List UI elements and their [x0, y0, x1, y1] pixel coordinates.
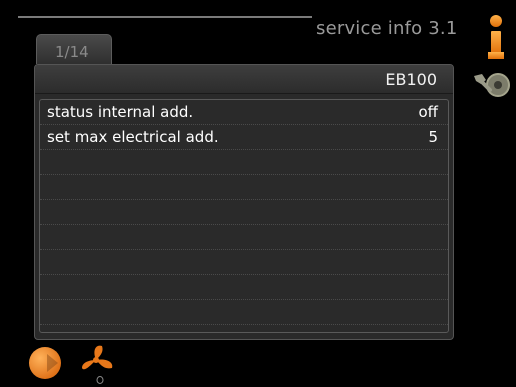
fan-icon[interactable] — [80, 344, 116, 384]
screen-title: service info 3.1 — [316, 18, 458, 39]
row-label: set max electrical add. — [47, 128, 219, 146]
list-item — [40, 300, 448, 325]
info-list: status internal add. off set max electri… — [39, 99, 449, 333]
list-item — [40, 200, 448, 225]
info-icon[interactable] — [488, 14, 504, 60]
list-item — [40, 325, 448, 339]
service-info-panel: EB100 status internal add. off set max e… — [34, 64, 454, 340]
page-indicator-label: 1/14 — [55, 43, 89, 61]
list-item[interactable]: status internal add. off — [40, 100, 448, 125]
list-item — [40, 225, 448, 250]
list-item[interactable]: set max electrical add. 5 — [40, 125, 448, 150]
tab-page-indicator[interactable]: 1/14 — [36, 34, 112, 64]
row-label: status internal add. — [47, 103, 194, 121]
row-value: 5 — [428, 128, 438, 146]
list-item — [40, 275, 448, 300]
list-item — [40, 250, 448, 275]
row-value: off — [418, 103, 438, 121]
list-item — [40, 150, 448, 175]
title-underline — [18, 16, 312, 18]
tools-icon[interactable] — [472, 70, 512, 100]
home-icon[interactable] — [28, 346, 62, 380]
panel-header: EB100 — [35, 65, 453, 94]
panel-header-title: EB100 — [385, 70, 437, 89]
list-item — [40, 175, 448, 200]
